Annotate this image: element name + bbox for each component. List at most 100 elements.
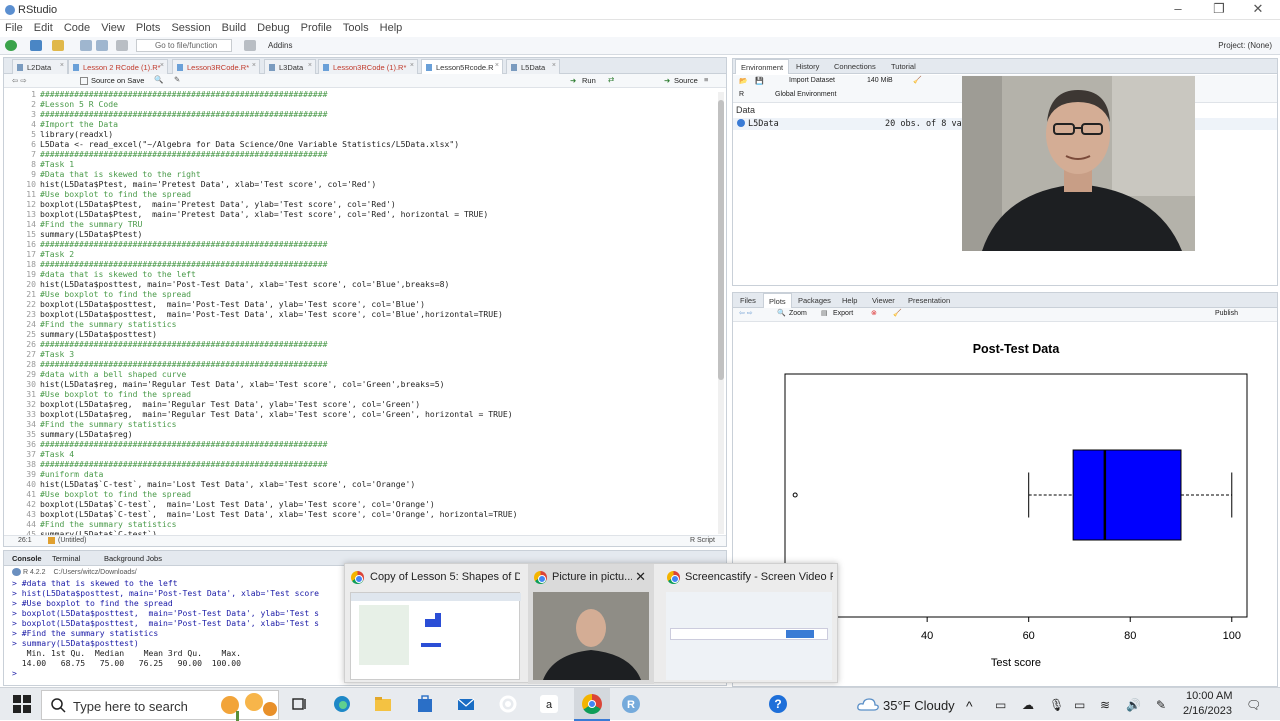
close-preview-icon[interactable]: ✕ xyxy=(635,569,646,585)
back-arrow-icon[interactable]: ⇦ ⇨ xyxy=(12,76,27,85)
save-all-icon[interactable] xyxy=(96,40,108,51)
tray-chevron-icon[interactable]: ^ xyxy=(966,698,973,714)
preview-screencastify[interactable]: Screencastify - Screen Video Re... xyxy=(661,564,837,684)
close-tab-icon[interactable]: × xyxy=(160,62,164,69)
zoom-button[interactable]: Zoom xyxy=(789,310,807,317)
close-tab-icon[interactable]: × xyxy=(60,62,64,69)
scope-select[interactable]: Global Environment xyxy=(775,91,836,98)
remove-plot-icon[interactable]: ⊗ xyxy=(871,309,877,317)
code-line[interactable]: 39 #uniform data xyxy=(4,469,716,479)
tab-connections[interactable]: Connections xyxy=(829,59,881,74)
clock-date[interactable]: 2/16/2023 xyxy=(1183,705,1232,717)
tab-lesson5-rcode[interactable]: Lesson5Rcode.R × xyxy=(421,59,503,74)
load-workspace-icon[interactable]: 📂 xyxy=(739,77,748,85)
tab-viewer[interactable]: Viewer xyxy=(867,293,900,308)
outline-icon[interactable]: ≡ xyxy=(704,75,708,84)
code-tools-icon[interactable]: ✎ xyxy=(174,75,180,84)
run-button[interactable]: Run xyxy=(582,76,596,85)
task-view-icon[interactable] xyxy=(290,694,310,714)
code-line[interactable]: 31 #Use boxplot to find the spread xyxy=(4,389,716,399)
tab-packages[interactable]: Packages xyxy=(793,293,836,308)
taskbar-search-box[interactable]: Type here to search xyxy=(41,690,279,721)
code-line[interactable]: 28 ######################################… xyxy=(4,359,716,369)
help-icon[interactable]: ? xyxy=(768,694,788,714)
code-line[interactable]: 30 hist(L5Data$reg, main='Regular Test Da… xyxy=(4,379,716,389)
tab-plots[interactable]: Plots xyxy=(763,293,792,308)
object-name[interactable]: L5Data xyxy=(748,119,779,129)
wifi-icon[interactable]: ≋ xyxy=(1100,698,1110,712)
menu-edit[interactable]: Edit xyxy=(34,22,53,34)
close-tab-icon[interactable]: × xyxy=(495,62,499,69)
maximize-icon[interactable]: ❐ xyxy=(1209,1,1229,17)
code-line[interactable]: 9 #Data that is skewed to the right xyxy=(4,169,716,179)
tab-terminal[interactable]: Terminal xyxy=(52,554,80,563)
prev-plot-icon[interactable]: ⇦ ⇨ xyxy=(739,309,753,317)
open-file-icon[interactable] xyxy=(52,40,64,51)
close-tab-icon[interactable]: × xyxy=(308,62,312,69)
microphone-icon[interactable]: 🎙 xyxy=(1049,698,1064,712)
broom-icon[interactable]: 🧹 xyxy=(913,76,922,84)
code-line[interactable]: 8 #Task 1 xyxy=(4,159,716,169)
tab-l2data[interactable]: L2Data × xyxy=(12,59,68,74)
project-menu[interactable]: Project: (None) xyxy=(1218,41,1272,50)
file-explorer-icon[interactable] xyxy=(373,694,393,714)
tab-files[interactable]: Files xyxy=(735,293,761,308)
code-line[interactable]: 4 #Import the Data xyxy=(4,119,716,129)
rerun-icon[interactable]: ⇄ xyxy=(608,75,614,84)
chrome-taskbar-active[interactable] xyxy=(574,688,610,721)
tab-tutorial[interactable]: Tutorial xyxy=(886,59,921,74)
code-line[interactable]: 44 #Find the summary statistics xyxy=(4,519,716,529)
r-app-icon[interactable]: R xyxy=(621,694,641,714)
menu-profile[interactable]: Profile xyxy=(301,22,332,34)
grid-icon[interactable] xyxy=(244,40,256,51)
menu-file[interactable]: File xyxy=(5,22,23,34)
settings-gear-icon[interactable] xyxy=(498,694,518,714)
menu-plots[interactable]: Plots xyxy=(136,22,160,34)
code-line[interactable]: 24 #Find the summary statistics xyxy=(4,319,716,329)
code-line[interactable]: 17 #Task 2 xyxy=(4,249,716,259)
code-line[interactable]: 18 ######################################… xyxy=(4,259,716,269)
import-dataset-button[interactable]: Import Dataset xyxy=(789,77,835,84)
code-line[interactable]: 23 boxplot(L5Data$posttest, main='Post-Te… xyxy=(4,309,716,319)
code-line[interactable]: 37 #Task 4 xyxy=(4,449,716,459)
menu-tools[interactable]: Tools xyxy=(343,22,369,34)
code-line[interactable]: 20 hist(L5Data$posttest, main='Post-Test … xyxy=(4,279,716,289)
close-tab-icon[interactable]: × xyxy=(252,62,256,69)
publish-button[interactable]: Publish xyxy=(1215,310,1238,317)
menu-view[interactable]: View xyxy=(101,22,125,34)
print-icon[interactable] xyxy=(116,40,128,51)
code-line[interactable]: 38 ######################################… xyxy=(4,459,716,469)
code-line[interactable]: 5 library(readxl) xyxy=(4,129,716,139)
code-line[interactable]: 41 #Use boxplot to find the spread xyxy=(4,489,716,499)
code-line[interactable]: 16 ######################################… xyxy=(4,239,716,249)
code-line[interactable]: 19 #data that is skewed to the left xyxy=(4,269,716,279)
code-line[interactable]: 11 #Use boxplot to find the spread xyxy=(4,189,716,199)
save-icon[interactable] xyxy=(80,40,92,51)
menu-session[interactable]: Session xyxy=(171,22,210,34)
code-line[interactable]: 2 #Lesson 5 R Code xyxy=(4,99,716,109)
search-icon[interactable]: 🔍 xyxy=(154,75,163,84)
memory-usage[interactable]: 140 MiB xyxy=(867,77,893,84)
windows-start-icon[interactable] xyxy=(12,694,32,714)
export-button[interactable]: Export xyxy=(833,310,853,317)
battery-icon[interactable]: ▭ xyxy=(1074,698,1085,712)
tab-lesson2-rcode[interactable]: Lesson 2 RCode (1).R* × xyxy=(68,59,168,74)
code-line[interactable]: 42 boxplot(L5Data$`C-test`, main='Lost Te… xyxy=(4,499,716,509)
volume-icon[interactable]: 🔊 xyxy=(1126,698,1141,712)
scope-label[interactable]: (Untitled) xyxy=(58,537,86,544)
menu-debug[interactable]: Debug xyxy=(257,22,289,34)
minimize-icon[interactable]: – xyxy=(1168,1,1188,16)
tab-lesson3-rcode[interactable]: Lesson3RCode.R* × xyxy=(172,59,260,74)
code-line[interactable]: 25 summary(L5Data$posttest) xyxy=(4,329,716,339)
code-line[interactable]: 12 boxplot(L5Data$Ptest, main='Pretest Da… xyxy=(4,199,716,209)
code-line[interactable]: 1 #######################################… xyxy=(4,89,716,99)
clock-time[interactable]: 10:00 AM xyxy=(1186,690,1232,702)
pen-icon[interactable]: ✎ xyxy=(1156,698,1166,712)
preview-picture-in-picture[interactable]: Picture in pictu... ✕ xyxy=(528,564,654,684)
tab-l3data[interactable]: L3Data × xyxy=(264,59,316,74)
code-line[interactable]: 13 boxplot(L5Data$Ptest, main='Pretest Da… xyxy=(4,209,716,219)
code-line[interactable]: 43 boxplot(L5Data$`C-test`, main='Lost Te… xyxy=(4,509,716,519)
code-line[interactable]: 36 ######################################… xyxy=(4,439,716,449)
tab-presentation[interactable]: Presentation xyxy=(903,293,955,308)
tab-background-jobs[interactable]: Background Jobs xyxy=(104,554,162,563)
